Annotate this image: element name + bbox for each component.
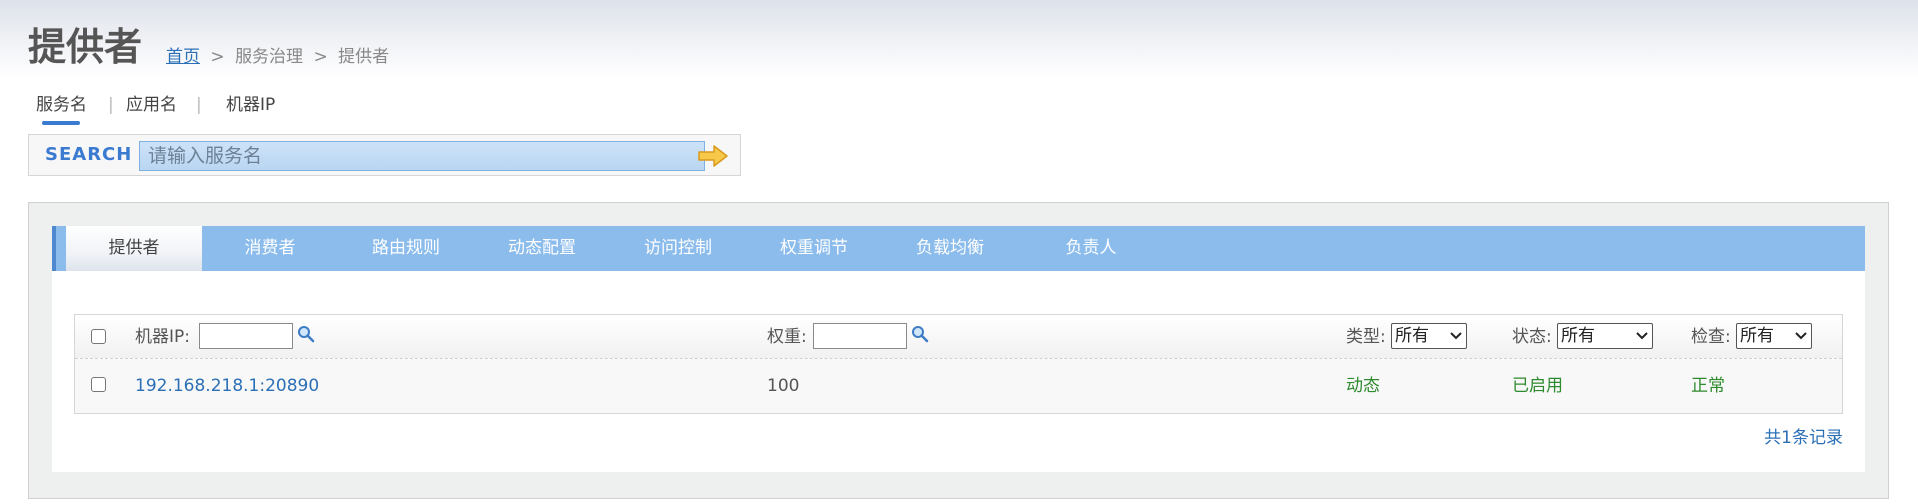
status-filter-select[interactable]: 所有 [1557, 323, 1653, 349]
page-title: 提供者 [28, 25, 143, 69]
tab-dynamic-config[interactable]: 动态配置 [474, 226, 610, 271]
main-panel: 提供者 消费者 路由规则 动态配置 访问控制 权重调节 负载均衡 负责人 机器I… [28, 202, 1889, 499]
breadcrumb-current: 提供者 [338, 47, 390, 67]
column-ip-label: 机器IP: [135, 327, 190, 347]
tab-load-balance[interactable]: 负载均衡 [882, 226, 1018, 271]
tab-providers[interactable]: 提供者 [66, 226, 202, 271]
column-status-label: 状态: [1512, 327, 1552, 347]
breadcrumb-separator: > [210, 47, 225, 67]
tab-consumers[interactable]: 消费者 [202, 226, 338, 271]
tab-divider: | [196, 95, 202, 115]
column-weight-label: 权重: [767, 327, 807, 347]
provider-ip-link[interactable]: 192.168.218.1:20890 [135, 359, 319, 413]
check-filter-select[interactable]: 所有 [1736, 323, 1812, 349]
search-label: SEARCH [45, 144, 133, 165]
tab-owners[interactable]: 负责人 [1018, 226, 1164, 271]
tab-divider: | [108, 95, 114, 115]
search-tab-app-name[interactable]: 应用名 [126, 94, 177, 116]
row-checkbox[interactable] [91, 377, 106, 392]
check-select-value: 所有 [1740, 326, 1774, 346]
provider-check: 正常 [1691, 376, 1725, 396]
tab-weight-adjust[interactable]: 权重调节 [746, 226, 882, 271]
table-row: 192.168.218.1:20890 100 动态 已启用 正常 [75, 359, 1842, 413]
weight-filter-input[interactable] [813, 323, 907, 349]
search-tab-machine-ip[interactable]: 机器IP [226, 94, 275, 116]
chevron-down-icon [1450, 332, 1462, 340]
column-type-label: 类型: [1346, 327, 1386, 347]
content-panel: 提供者 消费者 路由规则 动态配置 访问控制 权重调节 负载均衡 负责人 机器I… [52, 226, 1865, 472]
provider-status: 已启用 [1512, 376, 1563, 396]
tab-routing-rules[interactable]: 路由规则 [338, 226, 474, 271]
breadcrumb-section: 服务治理 [235, 47, 304, 67]
chevron-down-icon [1636, 332, 1648, 340]
record-count: 共1条记录 [1764, 428, 1843, 448]
providers-table: 机器IP: 权重: 类型: 所有 状态: 所有 检查: 所有 192.168.2… [74, 314, 1843, 414]
status-select-value: 所有 [1561, 326, 1595, 346]
chevron-down-icon [1795, 332, 1807, 340]
ip-filter-input[interactable] [199, 323, 293, 349]
main-tab-bar: 提供者 消费者 路由规则 动态配置 访问控制 权重调节 负载均衡 负责人 [52, 226, 1865, 271]
provider-weight: 100 [767, 376, 800, 396]
table-header: 机器IP: 权重: 类型: 所有 状态: 所有 检查: 所有 [75, 315, 1842, 359]
type-select-value: 所有 [1395, 326, 1429, 346]
search-input[interactable] [139, 141, 705, 171]
breadcrumb-separator: > [313, 47, 328, 67]
breadcrumb-home-link[interactable]: 首页 [166, 47, 200, 67]
search-icon[interactable] [297, 325, 315, 343]
provider-type: 动态 [1346, 376, 1380, 396]
select-all-checkbox[interactable] [91, 329, 106, 344]
search-icon[interactable] [911, 325, 929, 343]
search-tab-service-name[interactable]: 服务名 [36, 94, 87, 125]
type-filter-select[interactable]: 所有 [1391, 323, 1467, 349]
tab-access-control[interactable]: 访问控制 [610, 226, 746, 271]
column-check-label: 检查: [1691, 327, 1731, 347]
arrow-right-icon[interactable] [697, 143, 729, 169]
breadcrumb: 首页 > 服务治理 > 提供者 [166, 46, 389, 68]
search-box: SEARCH [28, 134, 741, 176]
